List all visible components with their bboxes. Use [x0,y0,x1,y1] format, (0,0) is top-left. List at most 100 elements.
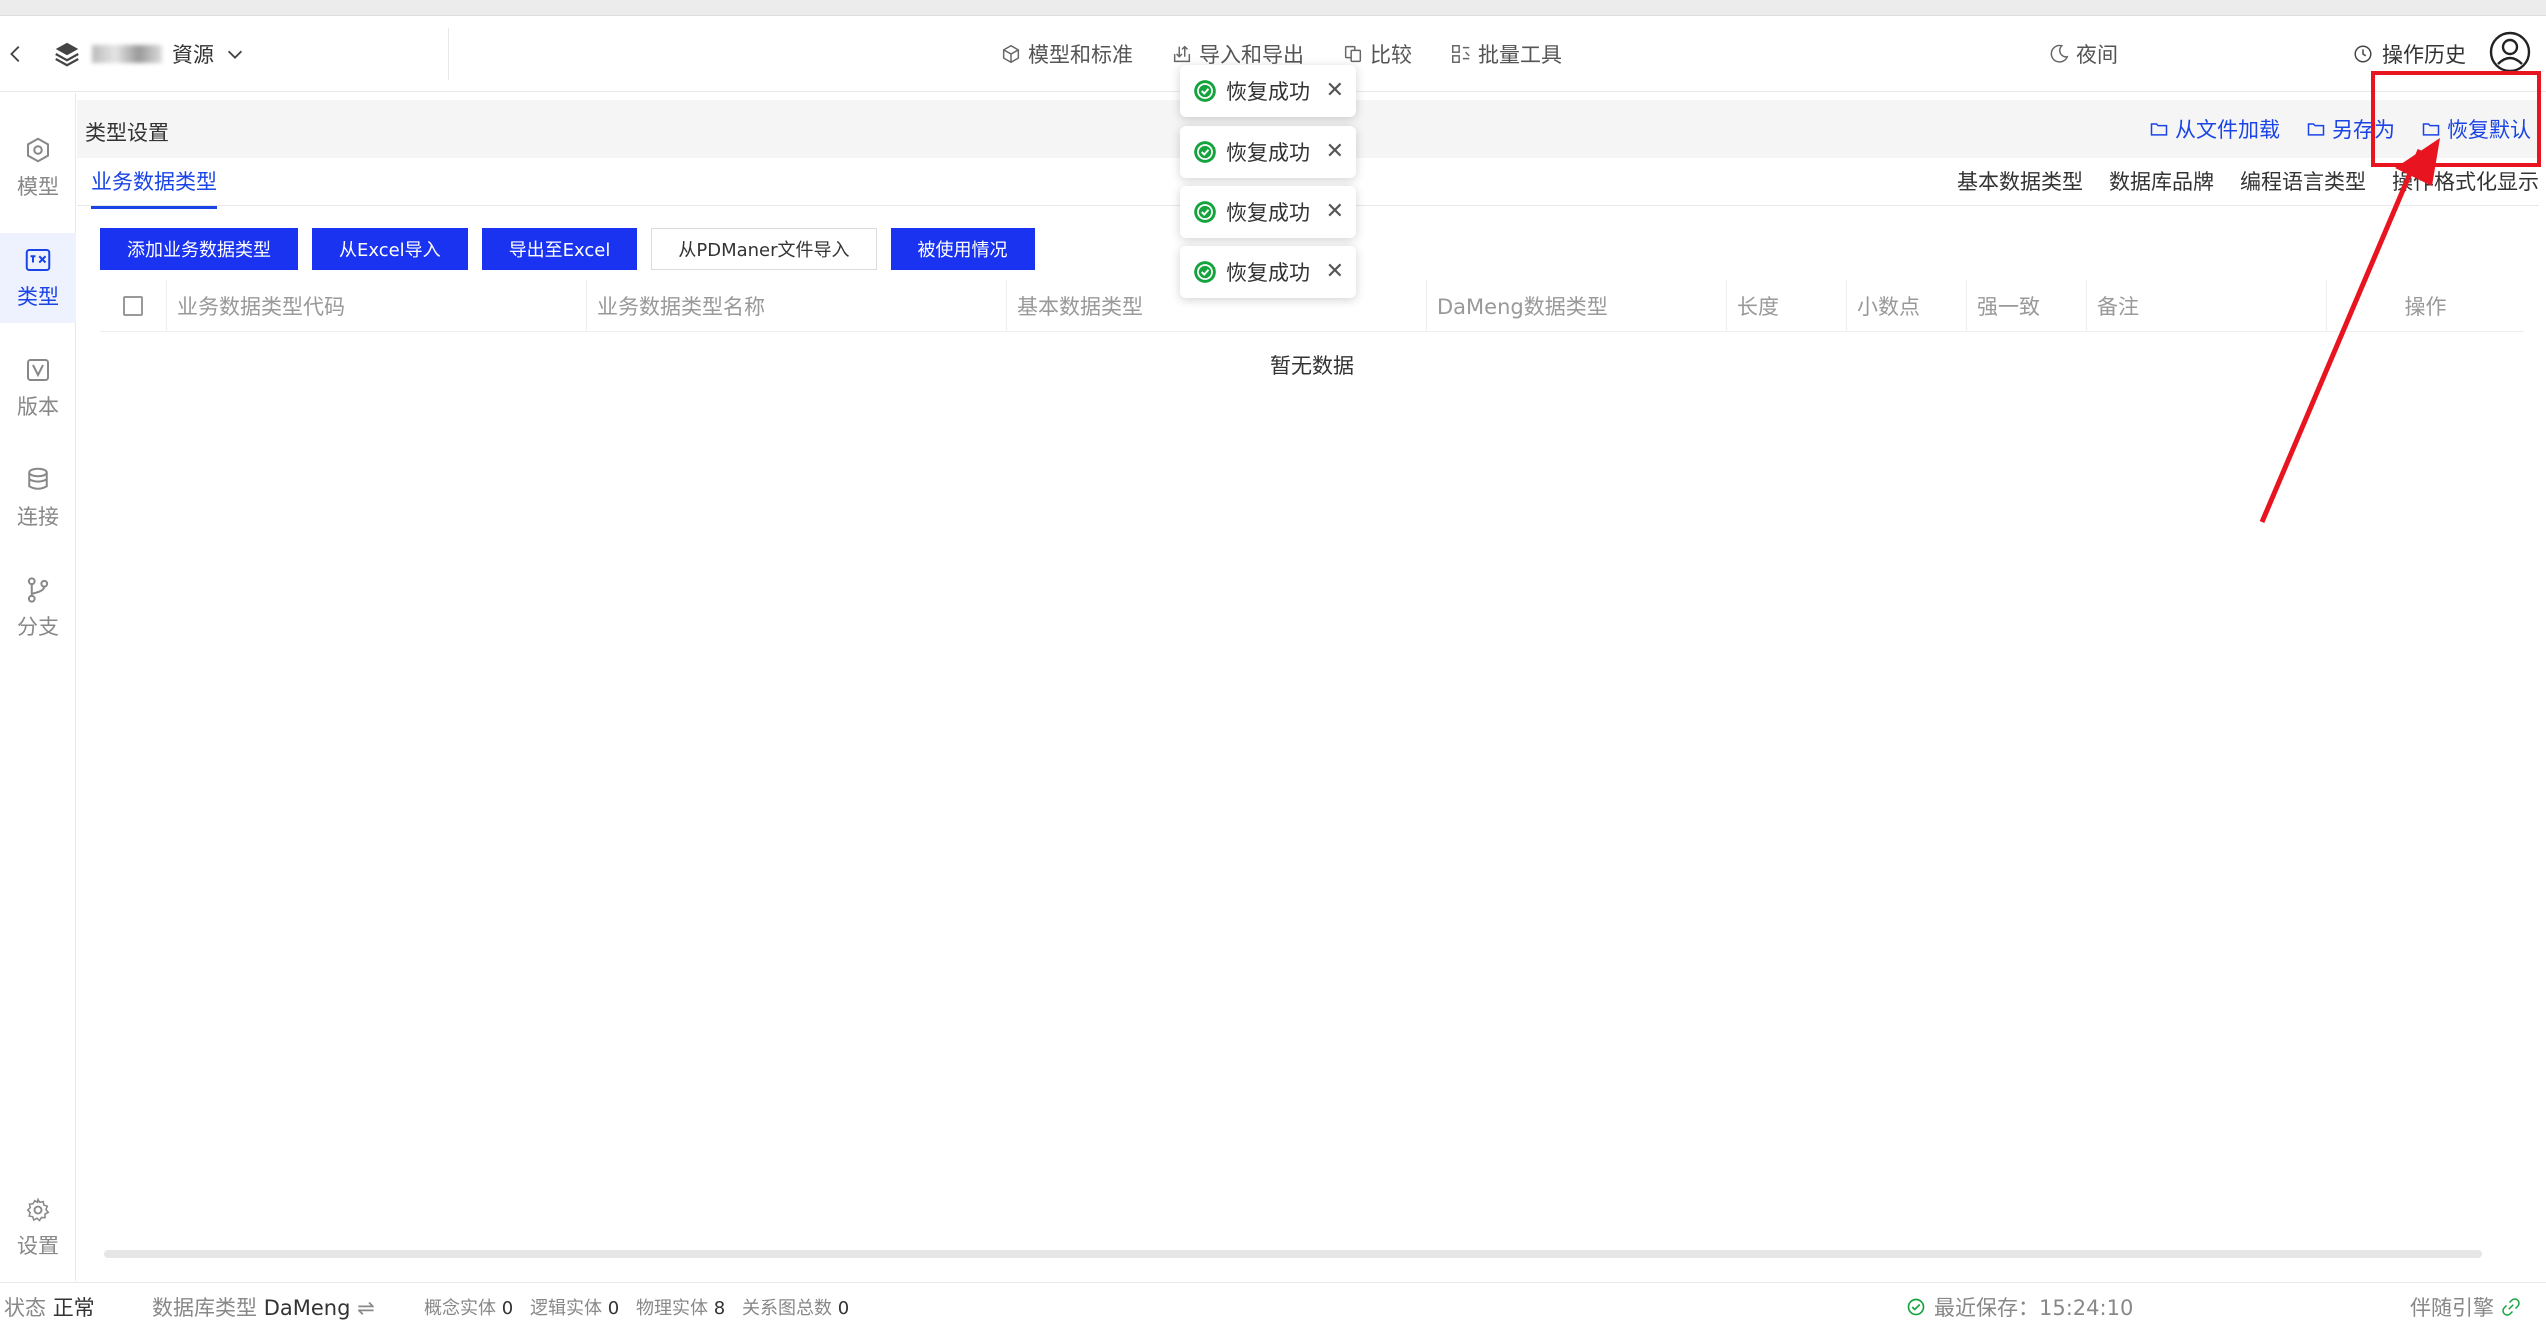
cube-icon [1002,44,1020,64]
tab-programming-language-type[interactable]: 编程语言类型 [2240,166,2366,196]
project-name-suffix: 資源 [172,43,214,67]
status-engine[interactable]: 伴随引擎 [2410,1292,2520,1322]
tab-database-brand[interactable]: 数据库品牌 [2109,166,2214,196]
sidebar-item-label: 连接 [17,505,59,529]
history-icon [2354,45,2372,63]
night-mode-toggle[interactable]: 夜间 [2048,36,2118,72]
column-header-dameng-type[interactable]: DaMeng数据类型 [1426,280,1726,332]
close-icon[interactable]: ✕ [1326,261,1344,283]
page-title: 类型设置 [85,121,169,145]
nav-label: 比较 [1370,43,1412,67]
batch-tool-icon [1452,45,1470,63]
success-icon [1194,141,1216,163]
select-all-checkbox[interactable] [123,296,143,316]
status-relation-label: 关系图总数 [742,1298,832,1319]
toast-message: 恢复成功 [1226,80,1310,104]
status-db-type[interactable]: 数据库类型 DaMeng ⇌ [152,1292,375,1322]
nav-models-standards[interactable]: 模型和标准 [1000,39,1133,69]
sidebar-item-label: 分支 [17,615,59,639]
nav-label: 批量工具 [1478,43,1562,67]
folder-icon [2307,123,2325,136]
sidebar-item-settings[interactable]: 设置 [0,1183,76,1273]
success-icon [1194,201,1216,223]
night-label: 夜间 [2076,43,2118,67]
close-icon[interactable]: ✕ [1326,141,1344,163]
other-tabs: 基本数据类型 数据库品牌 编程语言类型 操作格式化显示 [1957,166,2539,196]
project-name-redacted [92,45,162,63]
success-toast: 恢复成功 ✕ [1180,65,1356,117]
sidebar-item-version[interactable]: 版本 [0,343,76,433]
status-concept-label: 概念实体 [424,1298,496,1319]
sidebar-item-label: 模型 [17,175,59,199]
compare-icon [1344,45,1362,63]
branch-icon [27,577,49,603]
add-business-data-type-button[interactable]: 添加业务数据类型 [100,228,298,270]
import-from-excel-button[interactable]: 从Excel导入 [312,228,468,270]
status-state: 状态 正常 [4,1292,95,1322]
success-icon [1194,261,1216,283]
export-to-excel-button[interactable]: 导出至Excel [481,228,638,270]
status-logic-entities: 逻辑实体 0 [530,1294,619,1320]
action-button-row: 添加业务数据类型 从Excel导入 导出至Excel 从PDManer文件导入 … [100,228,1035,270]
success-toast: 恢复成功 ✕ [1180,186,1356,238]
import-from-pdmaner-button[interactable]: 从PDManer文件导入 [651,228,877,270]
operation-history-button[interactable]: 操作历史 [2352,36,2466,72]
header-divider [448,28,449,80]
status-state-label: 状态 [4,1296,46,1320]
engine-label: 伴随引擎 [2410,1296,2494,1320]
success-toast: 恢复成功 ✕ [1180,126,1356,178]
horizontal-scrollbar[interactable] [104,1250,2482,1258]
sidebar-item-connection[interactable]: 连接 [0,453,76,543]
chevron-down-icon [227,50,243,59]
usage-button[interactable]: 被使用情况 [890,228,1035,270]
status-bar: 状态 正常 数据库类型 DaMeng ⇌ 概念实体 0 逻辑实体 0 物理实体 … [0,1282,2546,1324]
sidebar-item-label: 设置 [17,1234,59,1258]
chevron-left-icon [10,46,20,62]
history-label: 操作历史 [2382,43,2466,67]
swap-icon: ⇌ [357,1296,375,1320]
close-icon[interactable]: ✕ [1326,201,1344,223]
success-icon [1194,80,1216,102]
column-header-strong-consistency[interactable]: 强一致 [1966,280,2086,332]
sidebar-item-branch[interactable]: 分支 [0,563,76,653]
column-header-decimal[interactable]: 小数点 [1846,280,1966,332]
sidebar-item-label: 版本 [17,395,59,419]
toast-message: 恢复成功 [1226,201,1310,225]
load-from-file-button[interactable]: 从文件加载 [2149,114,2280,144]
project-selector[interactable]: 資源 [52,36,246,72]
gear-icon [26,1197,50,1222]
window-chrome-strip [0,0,2546,16]
annotation-highlight-box [2371,71,2541,167]
status-concept-entities: 概念实体 0 [424,1294,513,1320]
status-physical-label: 物理实体 [636,1298,708,1319]
user-avatar-icon[interactable] [2488,30,2532,74]
column-header-code[interactable]: 业务数据类型代码 [166,280,586,332]
version-icon [27,359,49,381]
type-icon [25,249,51,271]
tab-business-data-type[interactable]: 业务数据类型 [91,166,217,209]
column-header-length[interactable]: 长度 [1726,280,1846,332]
status-physical-value: 8 [713,1298,726,1319]
close-icon[interactable]: ✕ [1326,80,1344,102]
nav-batch-tools[interactable]: 批量工具 [1450,39,1562,69]
nav-compare[interactable]: 比较 [1342,39,1412,69]
import-export-icon [1173,45,1191,63]
sidebar-item-label: 类型 [17,285,59,309]
empty-state-text: 暂无数据 [1270,354,1354,378]
toast-message: 恢复成功 [1226,261,1310,285]
sidebar-item-model[interactable]: 模型 [0,123,76,213]
tab-basic-data-type[interactable]: 基本数据类型 [1957,166,2083,196]
status-db-type-value: DaMeng [263,1296,351,1320]
column-header-remark[interactable]: 备注 [2086,280,2326,332]
success-toast: 恢复成功 ✕ [1180,246,1356,298]
model-icon [27,137,49,163]
tab-format-display[interactable]: 操作格式化显示 [2392,166,2539,196]
toast-message: 恢复成功 [1226,141,1310,165]
load-from-file-label: 从文件加载 [2175,118,2280,142]
status-concept-value: 0 [501,1298,514,1319]
status-state-value: 正常 [52,1296,95,1320]
column-header-name[interactable]: 业务数据类型名称 [586,280,1006,332]
sidebar-item-type[interactable]: 类型 [0,233,76,323]
back-button[interactable] [2,40,30,68]
layers-icon [55,42,79,67]
